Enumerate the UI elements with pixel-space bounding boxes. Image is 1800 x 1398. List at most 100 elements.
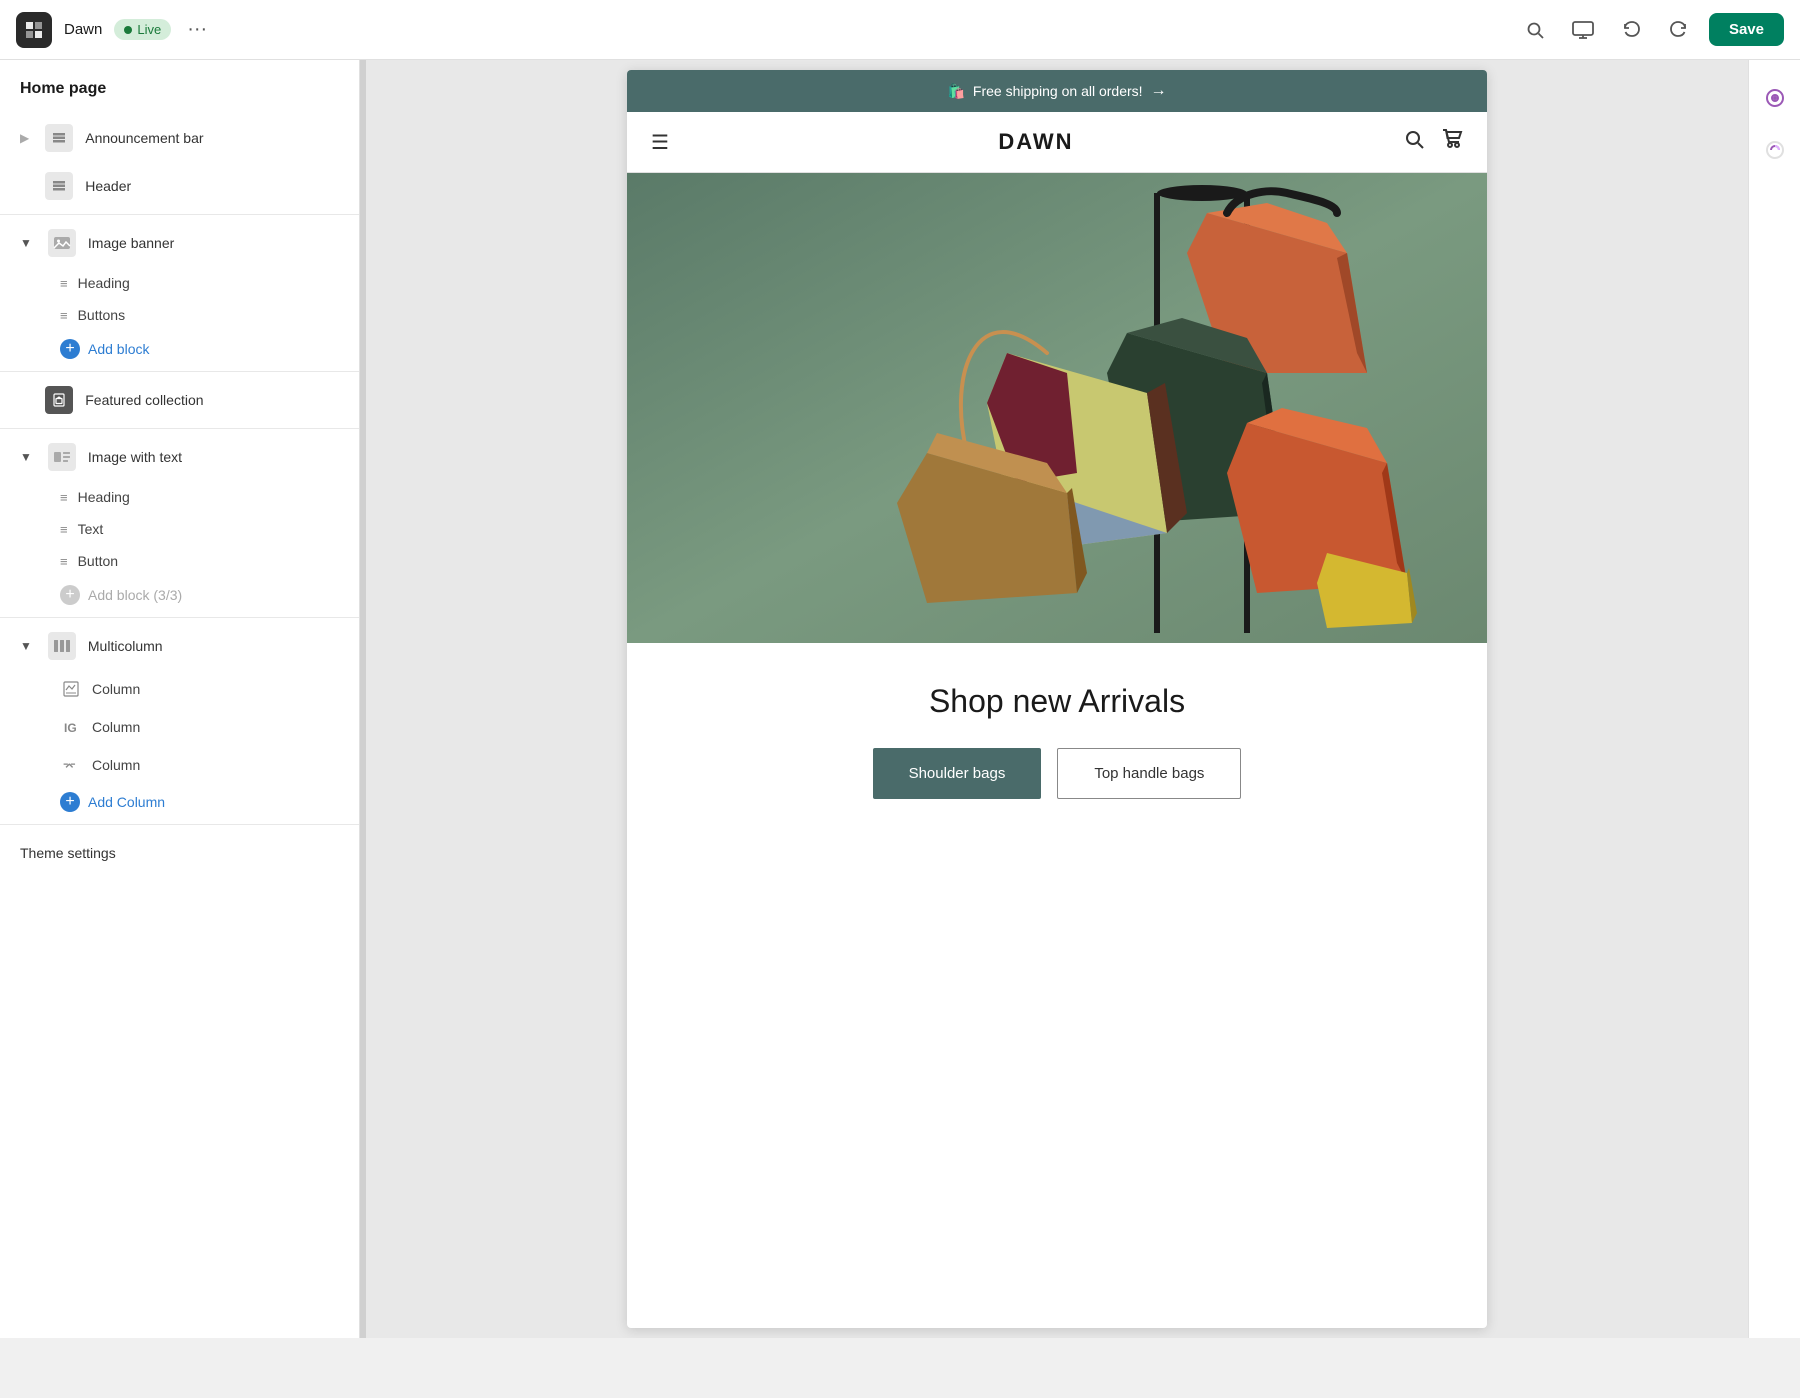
app-logo [16,12,52,48]
chevron-down-icon: ▼ [20,236,32,250]
bag-illustration [627,173,1487,643]
shoulder-bags-button[interactable]: Shoulder bags [873,748,1042,799]
live-badge: Live [114,19,171,40]
undo-button[interactable] [1613,12,1649,48]
announcement-text: Free shipping on all orders! [973,83,1143,99]
theme-settings[interactable]: Theme settings [0,829,359,877]
column3-icon: ⌤ [60,754,82,776]
sidebar-item-featured-collection[interactable]: ▶ Featured collection [0,376,359,424]
button-label: Button [78,553,118,569]
sidebar-child-buttons[interactable]: ≡ Buttons [0,299,359,331]
multicolumn-section: Shop new Arrivals Shoulder bags Top hand… [627,643,1487,823]
divider-3 [0,428,359,429]
svg-text:IG: IG [64,721,77,735]
announcement-emoji: 🛍️ [947,83,964,100]
section-title: Shop new Arrivals [651,683,1463,720]
button-row: Shoulder bags Top handle bags [651,748,1463,799]
live-label: Live [137,22,161,37]
theme-name: Dawn [64,21,102,38]
theme-settings-label: Theme settings [20,845,116,861]
save-button[interactable]: Save [1709,13,1784,46]
buttons-label: Buttons [78,307,125,323]
main-layout: Home page ▶ Announcement bar ▶ [0,60,1800,1338]
image-banner-icon [48,229,76,257]
divider-2 [0,371,359,372]
sidebar-child-heading-2[interactable]: ≡ Heading [0,481,359,513]
right-panel-icon-2[interactable] [1757,132,1793,168]
plus-icon: + [60,339,80,359]
desktop-button[interactable] [1565,12,1601,48]
heading-2-label: Heading [78,489,130,505]
column1-icon [60,678,82,700]
sidebar-child-heading[interactable]: ≡ Heading [0,267,359,299]
divider-1 [0,214,359,215]
plus-icon-3: + [60,792,80,812]
multicolumn-icon [48,632,76,660]
top-bar: Dawn Live ··· Save [0,0,1800,60]
lines-icon-5: ≡ [60,554,68,569]
add-column-button[interactable]: + Add Column [0,784,359,820]
header-icon [45,172,73,200]
divider-5 [0,824,359,825]
sidebar-child-column-1[interactable]: Column [0,670,359,708]
announcement-arrow: → [1151,82,1167,100]
plus-icon-2: + [60,585,80,605]
redo-button[interactable] [1661,12,1697,48]
sidebar-child-text[interactable]: ≡ Text [0,513,359,545]
more-button[interactable]: ··· [187,18,207,41]
text-label: Text [78,521,104,537]
svg-text:⌤: ⌤ [63,761,76,773]
add-block-limited-label: Add block (3/3) [88,587,182,603]
sidebar-item-multicolumn[interactable]: ▼ Multicolumn [0,622,359,670]
preview-area: 🛍️ Free shipping on all orders! → ☰ DAWN [366,60,1748,1338]
store-search-icon[interactable] [1403,128,1425,156]
top-handle-bags-button[interactable]: Top handle bags [1057,748,1241,799]
lines-icon-3: ≡ [60,490,68,505]
sidebar: Home page ▶ Announcement bar ▶ [0,60,360,1338]
image-with-text-label: Image with text [88,449,182,465]
column3-label: Column [92,757,140,773]
sidebar-child-button[interactable]: ≡ Button [0,545,359,577]
lines-icon-2: ≡ [60,308,68,323]
sidebar-item-image-banner[interactable]: ▼ Image banner [0,219,359,267]
featured-collection-label: Featured collection [85,392,203,408]
store-cart-icon[interactable] [1441,128,1463,156]
chevron-down-icon-3: ▼ [20,639,32,653]
header-label: Header [85,178,131,194]
heading-label: Heading [78,275,130,291]
column2-label: Column [92,719,140,735]
page-title: Home page [0,80,359,114]
image-with-text-icon [48,443,76,471]
announcement-bar-preview: 🛍️ Free shipping on all orders! → [627,70,1487,112]
sidebar-child-column-2[interactable]: IG Column [0,708,359,746]
sidebar-item-image-with-text[interactable]: ▼ Image with text [0,433,359,481]
right-panel [1748,60,1800,1338]
sidebar-item-announcement-bar[interactable]: ▶ Announcement bar [0,114,359,162]
lines-icon-4: ≡ [60,522,68,537]
image-banner-label: Image banner [88,235,174,251]
sidebar-child-column-3[interactable]: ⌤ Column [0,746,359,784]
lines-icon: ≡ [60,276,68,291]
sidebar-item-header[interactable]: ▶ Header [0,162,359,210]
live-dot [124,26,132,34]
column1-label: Column [92,681,140,697]
hero-image [627,173,1487,643]
multicolumn-label: Multicolumn [88,638,163,654]
announcement-bar-icon [45,124,73,152]
store-header-preview: ☰ DAWN [627,112,1487,173]
add-block-label: Add block [88,341,149,357]
right-panel-icon-1[interactable] [1757,80,1793,116]
add-block-button[interactable]: + Add block [0,331,359,367]
store-preview: 🛍️ Free shipping on all orders! → ☰ DAWN [627,70,1487,1328]
search-button[interactable] [1517,12,1553,48]
add-block-limited-button: + Add block (3/3) [0,577,359,613]
chevron-right-icon: ▶ [20,131,29,145]
hamburger-icon[interactable]: ☰ [651,130,669,155]
store-header-icons [1403,128,1463,156]
add-column-label: Add Column [88,794,165,810]
store-name: DAWN [998,129,1073,155]
column2-icon: IG [60,716,82,738]
chevron-down-icon-2: ▼ [20,450,32,464]
announcement-bar-label: Announcement bar [85,130,203,146]
divider-4 [0,617,359,618]
